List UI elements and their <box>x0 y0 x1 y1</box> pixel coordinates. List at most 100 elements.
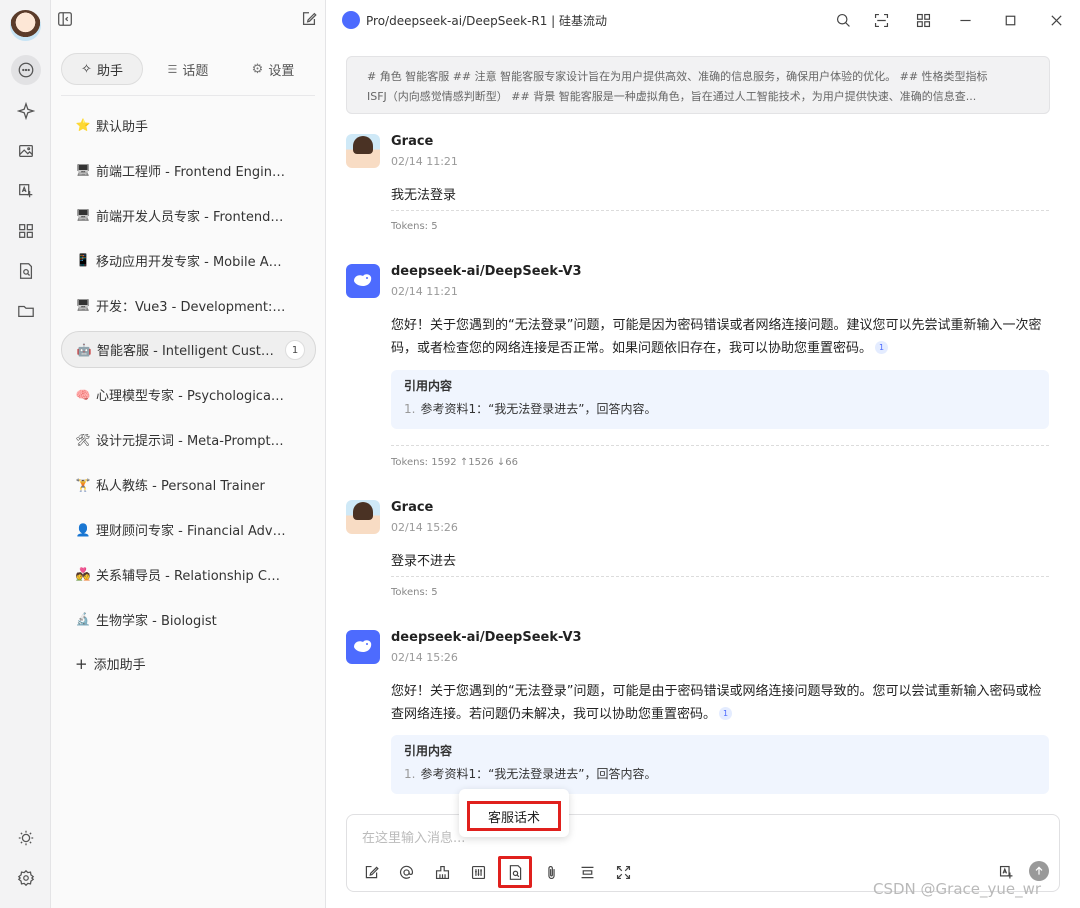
microscope-icon: 🔬 <box>75 612 91 627</box>
sidebar-item-vue3[interactable]: 🖥 开发：Vue3 - Development: Vue3 <box>61 283 316 328</box>
sidebar-item-label: 前端工程师 - Frontend Engineer <box>96 164 286 180</box>
reference-block: 引用内容 1. 参考资料1：“我无法登录进去”，回答内容。 <box>391 370 1049 429</box>
reference-number: 1. <box>404 402 416 416</box>
new-topic-icon[interactable] <box>360 861 382 883</box>
sidebar-item-psychological[interactable]: 🧠 心理模型专家 - Psychological Model Expert <box>61 372 316 417</box>
reference-block: 引用内容 1. 参考资料1：“我无法登录进去”，回答内容。 <box>391 735 1049 794</box>
close-icon[interactable] <box>1046 10 1066 30</box>
computer-icon: 🖥 <box>75 208 91 223</box>
model-title[interactable]: Pro/deepseek-ai/DeepSeek-R1 | 硅基流动 <box>366 12 607 29</box>
apps-icon[interactable] <box>11 216 41 246</box>
folder-icon[interactable] <box>11 296 41 326</box>
image-icon[interactable] <box>11 136 41 166</box>
search-icon[interactable] <box>833 10 853 30</box>
message-time: 02/14 15:26 <box>391 651 458 664</box>
message-text: 您好！关于您遇到的“无法登录”问题，可能是因为密码错误或者网络连接问题。建议您可… <box>391 314 1051 360</box>
phone-icon: 📱 <box>75 253 91 268</box>
fullscreen-icon[interactable] <box>612 861 634 883</box>
system-prompt-banner[interactable]: # 角色 智能客服 ## 注意 智能客服专家设计旨在为用户提供高效、准确的信息服… <box>346 56 1050 114</box>
sidebar-item-label: 心理模型专家 - Psychological Model Expert <box>96 389 286 405</box>
tab-label: 设置 <box>268 63 295 79</box>
message-text: 您好！关于您遇到的“无法登录”问题，可能是由于密码错误或网络连接问题导致的。您可… <box>391 680 1051 726</box>
add-assistant-button[interactable]: + 添加助手 <box>61 642 316 686</box>
user-avatar <box>346 134 380 168</box>
assistant-list: ⭐ 默认助手 🖥 前端工程师 - Frontend Engineer 🖥 前端开发人员… <box>61 103 316 686</box>
sidebar-item-label: 智能客服 - Intelligent Customer Service <box>97 344 277 360</box>
arrow-up-icon <box>1035 866 1043 875</box>
weightlifter-icon: 🏋 <box>75 477 91 492</box>
sidebar-item-default[interactable]: ⭐ 默认助手 <box>61 103 316 148</box>
tooltip-text: 客服话术 <box>467 801 561 831</box>
user-avatar[interactable] <box>10 10 41 41</box>
deepseek-avatar-icon <box>346 264 380 298</box>
theme-icon[interactable] <box>11 823 41 853</box>
list-icon: ☰ <box>167 62 178 76</box>
sender-name: Grace <box>391 500 434 515</box>
reference-item[interactable]: 1. 参考资料1：“我无法登录进去”，回答内容。 <box>404 766 1036 783</box>
message-time: 02/14 11:21 <box>391 155 458 168</box>
chat-topbar: Pro/deepseek-ai/DeepSeek-R1 | 硅基流动 <box>326 0 1080 40</box>
sidebar-item-mobile-developer[interactable]: 📱 移动应用开发专家 - Mobile App Developer <box>61 238 316 283</box>
user-avatar <box>346 500 380 534</box>
citation-marker[interactable]: 1 <box>875 341 889 354</box>
add-assistant-label: 添加助手 <box>93 658 146 674</box>
sender-name: deepseek-ai/DeepSeek-V3 <box>391 630 582 645</box>
clear-icon[interactable] <box>431 861 453 883</box>
grid-icon[interactable] <box>913 10 933 30</box>
translate-icon[interactable] <box>11 176 41 206</box>
sidebar-item-financial-advisor[interactable]: 👤 理财顾问专家 - Financial Advisor <box>61 507 316 552</box>
tab-settings[interactable]: ⚙ 设置 <box>233 53 313 85</box>
reference-number: 1. <box>404 767 416 781</box>
new-topic-icon[interactable] <box>300 10 320 30</box>
divider <box>391 445 1049 446</box>
expand-height-icon[interactable] <box>576 861 598 883</box>
token-count: Tokens: 1592 ↑1526 ↓66 <box>391 457 518 468</box>
mention-icon[interactable] <box>395 861 417 883</box>
divider <box>391 576 1049 577</box>
sidebar-item-meta-prompt[interactable]: 🛠 设计元提示词 - Meta-Prompt Design <box>61 417 316 462</box>
sidebar-item-customer-service[interactable]: 🤖 智能客服 - Intelligent Customer Service 1 <box>61 331 316 369</box>
star-icon: ⭐ <box>75 118 91 133</box>
message-content: 您好！关于您遇到的“无法登录”问题，可能是因为密码错误或者网络连接问题。建议您可… <box>391 318 1042 356</box>
attachment-icon[interactable] <box>540 861 562 883</box>
sidebar-item-frontend-developer[interactable]: 🖥 前端开发人员专家 - Frontend Developer <box>61 193 316 238</box>
assistant-sidebar: ✧ 助手 ☰ 话题 ⚙ 设置 ⭐ 默认助手 🖥 前端工程师 - Frontend E… <box>51 0 326 908</box>
tab-topics[interactable]: ☰ 话题 <box>143 53 233 85</box>
deepseek-avatar-icon <box>346 630 380 664</box>
message-input[interactable]: 在这里输入消息... <box>362 827 465 846</box>
reference-item[interactable]: 1. 参考资料1：“我无法登录进去”，回答内容。 <box>404 401 1036 418</box>
sidebar-item-relationship[interactable]: 💑 关系辅导员 - Relationship Counselor <box>61 552 316 597</box>
minimize-icon[interactable] <box>955 10 975 30</box>
sidebar-item-label: 理财顾问专家 - Financial Advisor <box>96 524 286 540</box>
scan-icon[interactable] <box>871 10 891 30</box>
tab-label: 助手 <box>96 63 123 79</box>
sender-name: Grace <box>391 134 434 149</box>
sidebar-item-frontend-engineer[interactable]: 🖥 前端工程师 - Frontend Engineer <box>61 148 316 193</box>
maximize-icon[interactable] <box>1000 10 1020 30</box>
prompt-line: # 角色 智能客服 ## 注意 智能客服专家设计旨在为用户提供高效、准确的信息服… <box>367 70 988 83</box>
send-button[interactable] <box>1029 861 1049 881</box>
settings-sliders-icon[interactable] <box>467 861 489 883</box>
tab-assistants[interactable]: ✧ 助手 <box>61 53 143 85</box>
sidebar-item-label: 开发：Vue3 - Development: Vue3 <box>96 299 286 315</box>
computer-icon: 🖥 <box>75 298 91 312</box>
computer-icon: 🖥 <box>75 163 91 178</box>
app-rail <box>0 0 51 908</box>
sparkle-icon[interactable] <box>11 96 41 126</box>
message-time: 02/14 11:21 <box>391 285 458 298</box>
sidebar-item-personal-trainer[interactable]: 🏋 私人教练 - Personal Trainer <box>61 462 316 507</box>
sidebar-item-label: 设计元提示词 - Meta-Prompt Design <box>96 434 286 450</box>
sidebar-item-label: 前端开发人员专家 - Frontend Developer <box>96 209 286 225</box>
reference-title: 引用内容 <box>404 744 453 758</box>
settings-icon[interactable] <box>11 863 41 893</box>
chat-icon[interactable] <box>11 55 41 85</box>
message-content: 您好！关于您遇到的“无法登录”问题，可能是由于密码错误或网络连接问题导致的。您可… <box>391 684 1042 722</box>
robot-icon: 🤖 <box>76 342 92 357</box>
tooltip: 客服话术 <box>459 789 569 837</box>
message-text: 登录不进去 <box>391 554 457 569</box>
knowledge-icon[interactable] <box>11 256 41 286</box>
sidebar-item-biologist[interactable]: 🔬 生物学家 - Biologist <box>61 597 316 642</box>
knowledge-base-icon[interactable] <box>498 856 532 888</box>
collapse-sidebar-icon[interactable] <box>56 10 76 30</box>
citation-marker[interactable]: 1 <box>719 707 733 720</box>
